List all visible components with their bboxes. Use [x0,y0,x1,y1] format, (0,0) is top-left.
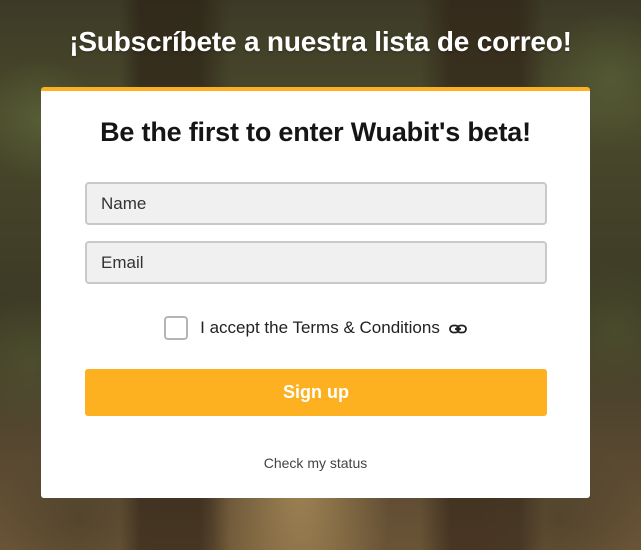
email-input[interactable] [85,241,547,284]
signup-card: Be the first to enter Wuabit's beta! I a… [41,87,590,498]
link-icon[interactable] [448,322,467,334]
signup-button[interactable]: Sign up [85,369,547,416]
terms-row: I accept the Terms & Conditions [41,313,590,343]
terms-label[interactable]: I accept the Terms & Conditions [200,318,440,338]
name-input[interactable] [85,182,547,225]
card-title: Be the first to enter Wuabit's beta! [100,117,531,147]
terms-checkbox[interactable] [164,316,189,340]
page-heading: ¡Subscríbete a nuestra lista de correo! [69,26,572,57]
check-status-link[interactable]: Check my status [41,455,590,471]
